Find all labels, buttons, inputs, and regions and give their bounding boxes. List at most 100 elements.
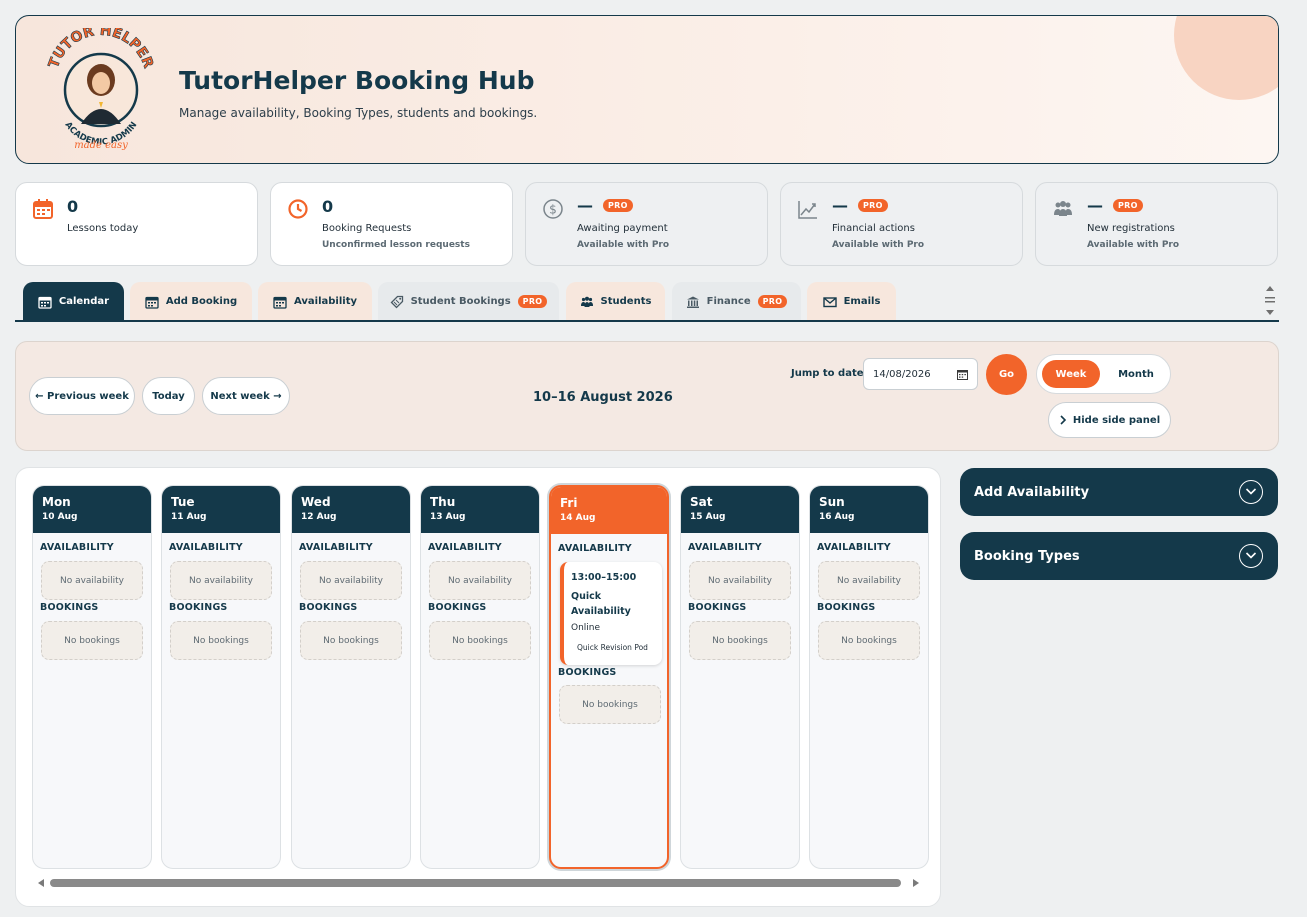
next-week-button[interactable]: Next week → bbox=[202, 377, 290, 415]
hide-side-panel-label: Hide side panel bbox=[1072, 414, 1161, 426]
day-date: 11 Aug bbox=[171, 512, 207, 522]
no-bookings-box: No bookings bbox=[170, 621, 272, 660]
pro-badge: PRO bbox=[1113, 199, 1143, 212]
tab-emails[interactable]: Emails bbox=[807, 282, 896, 321]
tab-calendar[interactable]: Calendar bbox=[23, 282, 124, 321]
bookings-label: BOOKINGS bbox=[428, 602, 487, 613]
availability-label: AVAILABILITY bbox=[558, 543, 632, 554]
stat-card-financial-actions: — PRO Financial actions Available with P… bbox=[780, 182, 1023, 266]
dollar-icon: $ bbox=[543, 199, 563, 219]
scroll-left-arrow[interactable] bbox=[38, 879, 44, 887]
day-name: Sun bbox=[819, 495, 845, 509]
tab-finance[interactable]: Finance PRO bbox=[672, 282, 801, 321]
decorative-circle bbox=[1174, 16, 1278, 100]
tabs-scroll-arrows[interactable] bbox=[1263, 283, 1277, 319]
pro-badge: PRO bbox=[757, 295, 788, 308]
stat-card-lessons-today: 0 Lessons today bbox=[15, 182, 258, 266]
scrollbar-thumb[interactable] bbox=[50, 879, 901, 887]
calendar-icon bbox=[273, 296, 287, 309]
day-column-thu: Thu 13 Aug AVAILABILITY No availability BOOK… bbox=[420, 485, 540, 869]
date-input-value: 14/08/2026 bbox=[873, 368, 931, 380]
calendar-picker-icon[interactable] bbox=[957, 369, 968, 380]
stat-subtext: Available with Pro bbox=[1087, 240, 1180, 250]
scroll-right-arrow[interactable] bbox=[913, 879, 919, 887]
calendar-toolbar: ← Previous week Today Next week → 10–16 … bbox=[15, 341, 1279, 451]
stat-value: 0 bbox=[67, 197, 79, 216]
no-bookings-box: No bookings bbox=[689, 621, 791, 660]
view-toggle: Week Month bbox=[1036, 354, 1171, 394]
stat-label: New registrations bbox=[1087, 223, 1175, 234]
tag-icon bbox=[390, 295, 403, 308]
day-column-sun: Sun 16 Aug AVAILABILITY No availability BOOK… bbox=[809, 485, 929, 869]
bookings-label: BOOKINGS bbox=[169, 602, 228, 613]
stat-value: — bbox=[1087, 196, 1103, 215]
calendar-icon bbox=[145, 296, 159, 309]
no-availability-box: No availability bbox=[429, 561, 531, 600]
stat-card-booking-requests: 0 Booking Requests Unconfirmed lesson re… bbox=[270, 182, 513, 266]
bookings-label: BOOKINGS bbox=[40, 602, 99, 613]
mail-icon bbox=[822, 296, 837, 307]
horizontal-scrollbar[interactable] bbox=[36, 878, 921, 888]
today-button[interactable]: Today bbox=[142, 377, 195, 415]
day-date: 12 Aug bbox=[301, 512, 337, 522]
day-header: Tue 11 Aug bbox=[162, 486, 280, 533]
stat-label: Booking Requests bbox=[322, 223, 412, 234]
svg-text:$: $ bbox=[549, 203, 557, 217]
tab-label: Student Bookings bbox=[410, 296, 511, 307]
tab-student-bookings[interactable]: Student Bookings PRO bbox=[378, 282, 559, 321]
chevron-down-icon[interactable] bbox=[1239, 544, 1263, 568]
day-column-tue: Tue 11 Aug AVAILABILITY No availability BOOK… bbox=[161, 485, 281, 869]
tabs-underline bbox=[15, 320, 1279, 322]
svg-text:made easy: made easy bbox=[74, 140, 128, 151]
bookings-label: BOOKINGS bbox=[558, 667, 617, 678]
availability-slot[interactable]: 13:00–15:00 Quick Availability Online Quick… bbox=[560, 562, 662, 665]
stat-subtext: Available with Pro bbox=[832, 240, 925, 250]
no-availability-box: No availability bbox=[41, 561, 143, 600]
no-availability-box: No availability bbox=[689, 561, 791, 600]
slot-title: Quick Availability bbox=[571, 591, 631, 617]
day-header: Sat 15 Aug bbox=[681, 486, 799, 533]
week-calendar: Mon 10 Aug AVAILABILITY No availability BOOK… bbox=[15, 467, 941, 907]
stat-value: — bbox=[832, 196, 848, 215]
pro-badge: PRO bbox=[603, 199, 633, 212]
hide-side-panel-button[interactable]: Hide side panel bbox=[1048, 402, 1171, 438]
calendar-icon bbox=[33, 199, 53, 219]
add-availability-panel[interactable]: Add Availability bbox=[960, 468, 1278, 516]
previous-week-button[interactable]: ← Previous week bbox=[29, 377, 135, 415]
tab-availability[interactable]: Availability bbox=[258, 282, 372, 321]
slot-time: 13:00–15:00 bbox=[571, 572, 637, 583]
day-name: Thu bbox=[430, 495, 456, 509]
stat-value: — bbox=[577, 196, 593, 215]
bookings-label: BOOKINGS bbox=[688, 602, 747, 613]
availability-label: AVAILABILITY bbox=[428, 542, 502, 553]
no-bookings-box: No bookings bbox=[818, 621, 920, 660]
users-icon bbox=[580, 296, 593, 307]
day-name: Sat bbox=[690, 495, 713, 509]
header-banner: TUTOR HELPER ACADEMIC ADMIN made easy Tu… bbox=[15, 15, 1279, 164]
go-button[interactable]: Go bbox=[986, 354, 1027, 395]
stat-card-new-registrations: — PRO New registrations Available with P… bbox=[1035, 182, 1278, 266]
availability-label: AVAILABILITY bbox=[688, 542, 762, 553]
tab-add-booking[interactable]: Add Booking bbox=[130, 282, 252, 321]
stat-subtext: Available with Pro bbox=[577, 240, 670, 250]
day-header: Mon 10 Aug bbox=[33, 486, 151, 533]
booking-types-panel[interactable]: Booking Types bbox=[960, 532, 1278, 580]
date-input[interactable]: 14/08/2026 bbox=[863, 358, 978, 390]
no-bookings-box: No bookings bbox=[41, 621, 143, 660]
day-header: Sun 16 Aug bbox=[810, 486, 928, 533]
chevron-right-icon bbox=[1060, 415, 1066, 425]
day-column-fri: Fri 14 Aug AVAILABILITY 13:00–15:00 Quick Av… bbox=[549, 485, 669, 869]
stat-card-awaiting-payment: $ — PRO Awaiting payment Available with … bbox=[525, 182, 768, 266]
availability-label: AVAILABILITY bbox=[299, 542, 373, 553]
tab-students[interactable]: Students bbox=[566, 282, 665, 321]
availability-label: AVAILABILITY bbox=[169, 542, 243, 553]
week-view-button[interactable]: Week bbox=[1042, 360, 1100, 388]
chevron-down-icon[interactable] bbox=[1239, 480, 1263, 504]
no-availability-box: No availability bbox=[170, 561, 272, 600]
page-subtitle: Manage availability, Booking Types, stud… bbox=[179, 106, 538, 120]
stat-label: Lessons today bbox=[67, 223, 139, 234]
stat-value: 0 bbox=[322, 197, 334, 216]
month-view-button[interactable]: Month bbox=[1107, 360, 1165, 388]
tab-label: Calendar bbox=[58, 296, 110, 307]
no-bookings-box: No bookings bbox=[559, 685, 661, 724]
